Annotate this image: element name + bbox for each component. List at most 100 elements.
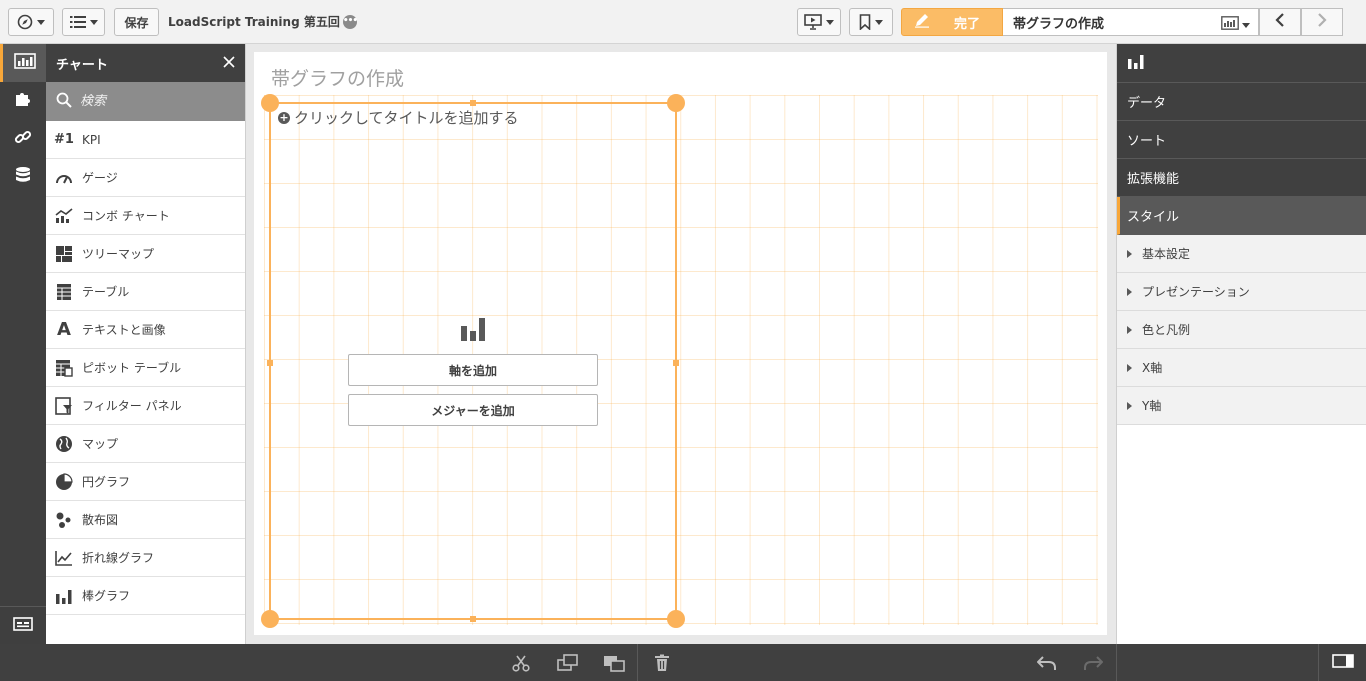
link-icon	[14, 128, 32, 150]
tab-appearance[interactable]: スタイル	[1117, 197, 1366, 235]
properties-header	[1117, 44, 1366, 83]
resize-handle-top[interactable]	[470, 100, 476, 106]
plus-circle-icon: +	[278, 110, 290, 124]
caret-right-icon	[1127, 287, 1132, 296]
asset-search	[46, 82, 245, 121]
chart-item-filter-pane[interactable]: フィルター パネル	[46, 387, 245, 425]
save-button[interactable]: 保存	[114, 8, 159, 36]
chart-item-map[interactable]: マップ	[46, 425, 245, 463]
asset-panel-header: チャート	[46, 44, 245, 82]
chart-item-label: テキストと画像	[82, 323, 166, 337]
tab-data[interactable]: データ	[1117, 83, 1366, 121]
sheet-list-dropdown[interactable]	[1221, 16, 1250, 34]
sheet-selector[interactable]: 帯グラフの作成	[1003, 8, 1259, 36]
puzzle-icon	[14, 90, 32, 112]
list-icon	[69, 15, 86, 29]
chart-item-label: マップ	[82, 437, 119, 451]
globe-icon	[54, 434, 74, 454]
close-icon[interactable]	[223, 56, 235, 72]
chevron-down-icon	[875, 19, 883, 25]
resize-handle-left[interactable]	[267, 360, 273, 366]
caret-right-icon	[1127, 363, 1132, 372]
add-title-text: クリックしてタイトルを追加する	[294, 109, 519, 127]
resize-handle-bottom-right[interactable]	[667, 610, 685, 628]
chart-item-scatter-plot[interactable]: 散布図	[46, 501, 245, 539]
chart-item-label: KPI	[82, 132, 101, 147]
extensions-rail-button[interactable]	[0, 82, 46, 120]
next-sheet-button[interactable]	[1301, 8, 1343, 36]
chart-item-label: コンボ チャート	[82, 209, 170, 223]
chart-item-text-image[interactable]: A テキストと画像	[46, 311, 245, 349]
resize-handle-right[interactable]	[673, 360, 679, 366]
story-button[interactable]	[797, 8, 841, 36]
section-presentation[interactable]: プレゼンテーション	[1117, 273, 1366, 311]
divider	[1116, 644, 1117, 681]
resize-handle-bottom-left[interactable]	[261, 610, 279, 628]
add-title-placeholder[interactable]: + クリックしてタイトルを追加する	[278, 107, 519, 128]
chart-item-gauge[interactable]: ゲージ	[46, 159, 245, 197]
more-options-icon[interactable]: •••	[342, 14, 358, 29]
paste-icon[interactable]	[603, 652, 625, 674]
search-input[interactable]	[80, 94, 230, 109]
cut-icon[interactable]	[510, 652, 532, 674]
caret-right-icon	[1127, 249, 1132, 258]
chevron-left-icon	[1275, 12, 1285, 32]
pie-chart-icon	[54, 472, 74, 492]
chart-item-bar-chart[interactable]: 棒グラフ	[46, 577, 245, 615]
search-icon	[56, 92, 72, 112]
current-sheet-title: 帯グラフの作成	[1013, 16, 1105, 32]
section-general[interactable]: 基本設定	[1117, 235, 1366, 273]
chart-item-label: テーブル	[82, 285, 130, 299]
navigation-menu-button[interactable]	[8, 8, 54, 36]
resize-handle-bottom[interactable]	[470, 616, 476, 622]
bottom-toolbar	[0, 644, 1366, 681]
done-label: 完了	[954, 16, 981, 32]
sheet-title[interactable]: 帯グラフの作成	[271, 64, 404, 91]
add-measure-button[interactable]: メジャーを追加	[348, 394, 598, 426]
chevron-down-icon	[1242, 22, 1250, 28]
chart-item-line-chart[interactable]: 折れ線グラフ	[46, 539, 245, 577]
panel-toggle-icon	[1331, 653, 1354, 672]
tab-add-ons[interactable]: 拡張機能	[1117, 159, 1366, 197]
chart-item-kpi[interactable]: #1 KPI	[46, 121, 245, 159]
chart-item-label: フィルター パネル	[82, 399, 182, 413]
previous-sheet-button[interactable]	[1259, 8, 1301, 36]
fields-rail-button[interactable]	[0, 158, 46, 196]
resize-handle-top-right[interactable]	[667, 94, 685, 112]
asset-panel: チャート #1 KPI ゲージ コンボ チャート ツリーマップ	[46, 44, 246, 644]
chart-item-pivot-table[interactable]: ピボット テーブル	[46, 349, 245, 387]
global-menu-button[interactable]	[62, 8, 105, 36]
database-icon	[15, 166, 31, 188]
toggle-properties-button[interactable]	[1318, 644, 1366, 681]
chart-item-label: ゲージ	[82, 171, 118, 185]
combo-chart-icon	[54, 206, 74, 226]
section-colors-legend[interactable]: 色と凡例	[1117, 311, 1366, 349]
chart-item-pie-chart[interactable]: 円グラフ	[46, 463, 245, 501]
divider	[637, 644, 638, 681]
bar-chart-object[interactable]: + クリックしてタイトルを追加する 軸を追加 メジャーを追加	[261, 94, 685, 628]
compass-icon	[17, 14, 33, 30]
chart-item-label: 円グラフ	[82, 475, 131, 489]
copy-icon[interactable]	[557, 652, 579, 674]
chart-item-table[interactable]: テーブル	[46, 273, 245, 311]
done-editing-button[interactable]: 完了	[901, 8, 1003, 36]
pivot-table-icon	[54, 358, 74, 378]
add-dimension-button[interactable]: 軸を追加	[348, 354, 598, 386]
chart-item-treemap[interactable]: ツリーマップ	[46, 235, 245, 273]
kpi-icon: #1	[54, 132, 74, 147]
charts-rail-button[interactable]	[0, 44, 46, 82]
section-x-axis[interactable]: X軸	[1117, 349, 1366, 387]
undo-icon[interactable]	[1036, 652, 1058, 674]
section-y-axis[interactable]: Y軸	[1117, 387, 1366, 425]
tab-sort[interactable]: ソート	[1117, 121, 1366, 159]
redo-icon[interactable]	[1082, 652, 1104, 674]
table-icon	[54, 282, 74, 302]
trash-icon[interactable]	[651, 652, 673, 674]
resize-handle-top-left[interactable]	[261, 94, 279, 112]
bar-chart-icon	[460, 316, 486, 346]
chart-item-combo-chart[interactable]: コンボ チャート	[46, 197, 245, 235]
asset-rail	[0, 44, 46, 644]
show-details-rail-button[interactable]	[0, 606, 46, 644]
master-items-rail-button[interactable]	[0, 120, 46, 158]
bookmark-button[interactable]	[849, 8, 893, 36]
